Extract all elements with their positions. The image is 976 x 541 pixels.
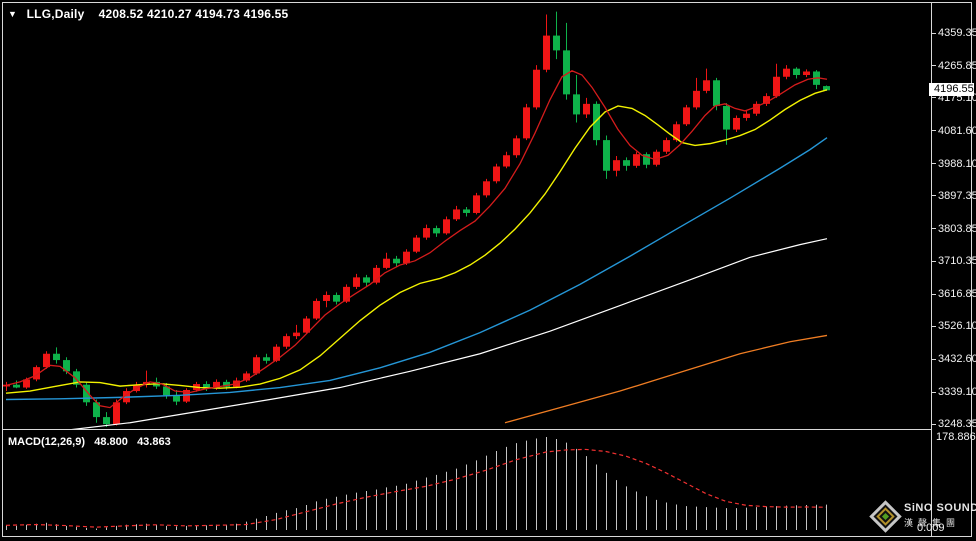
axis-tick — [931, 391, 936, 393]
macd-scale-min: 0.009 — [917, 522, 945, 534]
chart-title: ▼ LLG,Daily 4208.52 4210.27 4194.73 4196… — [8, 7, 288, 21]
axis-tick — [931, 423, 936, 425]
axis-tick — [931, 293, 936, 295]
macd-histogram — [6, 437, 827, 530]
axis-tick — [931, 32, 936, 34]
axis-tick — [931, 97, 936, 99]
axis-tick — [931, 65, 936, 67]
axis-tick — [931, 260, 936, 262]
symbol-period-label: LLG,Daily — [26, 7, 85, 21]
price-axis-label: 3432.60 — [938, 353, 976, 366]
axis-tick — [931, 325, 936, 327]
price-axis-label: 3897.35 — [938, 189, 976, 202]
price-axis-label: 4359.35 — [938, 27, 976, 39]
sino-sound-logo-icon — [869, 500, 902, 533]
price-axis-label: 3616.85 — [938, 288, 976, 301]
axis-tick — [931, 163, 936, 165]
price-axis-label: 3710.35 — [938, 255, 976, 268]
price-axis-label: 4081.60 — [938, 124, 976, 137]
current-price-badge: 4196.55 — [929, 83, 974, 97]
chevron-down-icon[interactable]: ▼ — [8, 9, 17, 19]
macd-pane[interactable] — [3, 433, 931, 533]
axis-tick — [931, 195, 936, 197]
price-axis-label: 3248.35 — [938, 418, 976, 430]
price-axis-label: 4265.85 — [938, 59, 976, 72]
price-axis-label: 3339.10 — [938, 386, 976, 399]
macd-main-value: 48.800 — [94, 436, 128, 448]
watermark-line1: SiNO SOUND — [904, 502, 976, 514]
macd-scale-max: 178.886 — [936, 431, 976, 443]
axis-tick — [931, 358, 936, 360]
axis-tick — [931, 130, 936, 132]
pane-separator[interactable] — [3, 429, 931, 430]
main-chart-pane[interactable] — [3, 3, 931, 429]
axis-tick — [931, 228, 936, 229]
macd-indicator-label: MACD(12,26,9) 48.800 43.863 — [8, 436, 171, 448]
macd-signal-value: 43.863 — [137, 436, 171, 448]
ohlc-values: 4208.52 4210.27 4194.73 4196.55 — [98, 7, 289, 21]
price-axis-label: 3988.10 — [938, 157, 976, 170]
price-axis-label: 3526.10 — [938, 320, 976, 333]
price-axis-label: 3803.85 — [938, 222, 976, 235]
mt4-chart-window: ▼ LLG,Daily 4208.52 4210.27 4194.73 4196… — [0, 0, 976, 541]
